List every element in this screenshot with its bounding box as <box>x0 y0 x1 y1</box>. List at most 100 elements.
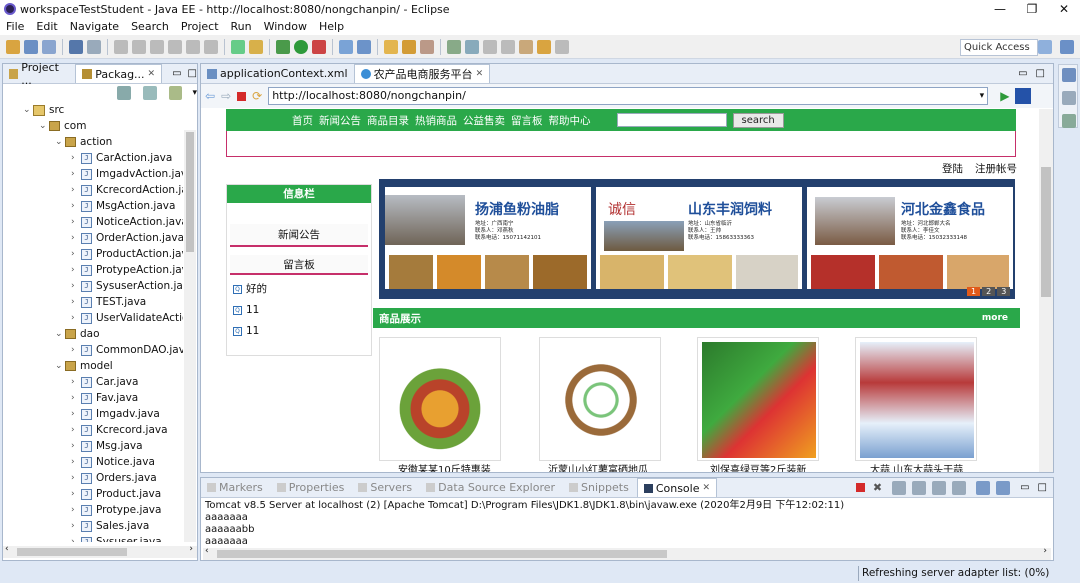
tree-item[interactable]: ⌄ model <box>55 358 113 374</box>
expand-arrow-icon[interactable]: › <box>71 537 81 542</box>
product-card[interactable] <box>539 337 661 461</box>
tab-console[interactable]: Console ✕ <box>636 478 718 497</box>
tab-data-source[interactable]: Data Source Explorer <box>420 478 561 497</box>
last-edit-icon[interactable] <box>519 39 533 54</box>
nav-charity[interactable]: 公益售卖 <box>463 113 505 128</box>
save-icon[interactable] <box>24 39 38 54</box>
pager-2[interactable]: 2 <box>982 287 996 296</box>
product-name[interactable]: 刘保喜绿豆等2斤装新 <box>710 461 806 472</box>
nav-news[interactable]: 新闻公告 <box>319 113 361 128</box>
tree-item[interactable]: › J Notice.java <box>71 454 155 470</box>
expand-arrow-icon[interactable]: › <box>71 473 81 483</box>
view-menu-icon[interactable]: ▾ <box>192 88 197 98</box>
banner-card-2[interactable]: 诚信 山东丰润饲料 地址：山东省临沂 联系人：王帅 联系电话：15863333363 <box>596 187 802 289</box>
focus-icon[interactable] <box>168 86 183 100</box>
tree-item[interactable]: ›J ImgadvAction.java <box>71 166 183 182</box>
close-button[interactable]: ✕ <box>1048 0 1080 18</box>
prev-annotation-icon[interactable] <box>501 39 515 54</box>
search-tool-icon[interactable] <box>420 39 434 54</box>
tree-item[interactable]: › J Product.java <box>71 486 161 502</box>
message-item[interactable]: Q 11 <box>233 300 365 321</box>
debug-icon[interactable] <box>276 39 290 54</box>
nav-home[interactable]: 首页 <box>292 113 313 128</box>
register-link[interactable]: 注册帐号 <box>975 161 1017 176</box>
expand-arrow-icon[interactable]: › <box>71 393 81 403</box>
nav-board[interactable]: 留言板 <box>511 113 543 128</box>
login-link[interactable]: 登陆 <box>942 161 963 176</box>
pager-3[interactable]: 3 <box>997 287 1011 296</box>
terminal-icon[interactable] <box>69 39 83 54</box>
display-console-icon[interactable] <box>976 480 991 495</box>
expand-arrow-icon[interactable]: › <box>71 249 81 259</box>
back-arrow-icon[interactable]: ⇦ <box>205 89 215 103</box>
skip-breakpoints-icon[interactable] <box>87 39 101 54</box>
site-search-button[interactable]: search <box>732 112 784 128</box>
product-name[interactable]: 大蒜 山东大蒜头干蒜 <box>870 461 963 472</box>
menu-run[interactable]: Run <box>225 20 258 33</box>
run-icon[interactable] <box>294 39 308 54</box>
tab-package-explorer[interactable]: Packag... ✕ <box>75 64 163 83</box>
minimize-console-icon[interactable]: ▭ <box>1020 482 1029 493</box>
tree-item[interactable]: › J MsgAction.java <box>71 198 175 214</box>
viewport-scrollbar[interactable] <box>1039 109 1053 472</box>
go-icon[interactable]: ▶ <box>1000 89 1009 103</box>
stop-icon[interactable] <box>237 91 247 101</box>
globe-icon[interactable] <box>447 39 461 54</box>
tree-item[interactable]: ›J KcrecordAction.jav <box>71 182 183 198</box>
menu-edit[interactable]: Edit <box>30 20 63 33</box>
tree-item[interactable]: ›J ProtypeAction.java <box>71 262 183 278</box>
maximize-editor-icon[interactable]: □ <box>1036 68 1045 79</box>
expand-arrow-icon[interactable]: › <box>71 217 81 227</box>
expand-arrow-icon[interactable]: › <box>71 377 81 387</box>
maximize-console-icon[interactable]: □ <box>1038 482 1047 493</box>
pager-1[interactable]: 1 <box>967 287 981 296</box>
expand-arrow-icon[interactable]: › <box>71 345 81 355</box>
tree-item[interactable]: › J NoticeAction.java <box>71 214 183 230</box>
expand-arrow-icon[interactable]: › <box>71 521 81 531</box>
refresh-icon[interactable]: ⟳ <box>252 89 262 103</box>
forward-arrow-icon[interactable]: ⇨ <box>221 89 231 103</box>
clear-console-icon[interactable] <box>892 480 907 495</box>
tab-markers[interactable]: Markers <box>201 478 269 497</box>
collapse-arrow-icon[interactable]: ⌄ <box>55 361 65 371</box>
tab-browser-page[interactable]: 农产品电商服务平台 ✕ <box>353 64 491 83</box>
open-task-icon[interactable] <box>402 39 416 54</box>
tree-item[interactable]: › J CommonDAO.java <box>71 342 183 358</box>
tab-application-context[interactable]: applicationContext.xml <box>201 64 354 83</box>
tab-project-explorer[interactable]: Project ... <box>3 61 75 87</box>
expand-arrow-icon[interactable]: › <box>71 505 81 515</box>
info-board-link[interactable]: 留言板 <box>230 255 368 275</box>
url-dropdown-icon[interactable]: ▾ <box>980 88 985 104</box>
new-icon[interactable] <box>6 39 20 54</box>
collapse-all-icon[interactable] <box>117 86 131 100</box>
step-return-icon[interactable] <box>204 39 218 54</box>
nav-catalog[interactable]: 商品目录 <box>367 113 409 128</box>
close-icon[interactable]: ✕ <box>702 483 710 493</box>
nav-help[interactable]: 帮助中心 <box>549 113 591 128</box>
step-into-icon[interactable] <box>168 39 182 54</box>
tree-item[interactable]: › J Msg.java <box>71 438 143 454</box>
site-search-input[interactable] <box>616 113 727 127</box>
menu-file[interactable]: File <box>0 20 30 33</box>
product-name[interactable]: 安徽某某10斤特惠装 <box>398 461 491 472</box>
link-editor-icon[interactable] <box>142 86 157 100</box>
menu-navigate[interactable]: Navigate <box>64 20 125 33</box>
tree-item[interactable]: › J Protype.java <box>71 502 161 518</box>
tree-item[interactable]: ⌄ dao <box>55 326 100 342</box>
tree-item[interactable]: ›J ProductAction.java <box>71 246 183 262</box>
perspective-open-icon[interactable] <box>1038 40 1052 54</box>
next-annotation-icon[interactable] <box>483 39 497 54</box>
tree-item[interactable]: › J Kcrecord.java <box>71 422 168 438</box>
expand-arrow-icon[interactable]: › <box>71 153 81 163</box>
back-icon[interactable] <box>537 39 551 54</box>
terminate-console-icon[interactable] <box>855 483 865 492</box>
tree-item[interactable]: › J TEST.java <box>71 294 146 310</box>
external-tools-icon[interactable] <box>312 39 326 54</box>
minimize-editor-icon[interactable]: ▭ <box>1018 68 1027 79</box>
menu-window[interactable]: Window <box>258 20 313 33</box>
tree-scrollbar[interactable] <box>184 130 196 542</box>
url-input[interactable]: http://localhost:8080/nongchanpin/▾ <box>268 87 989 105</box>
annotation-icon[interactable] <box>465 39 479 54</box>
expand-arrow-icon[interactable]: › <box>71 281 81 291</box>
browser-menu-icon[interactable] <box>1015 88 1032 104</box>
